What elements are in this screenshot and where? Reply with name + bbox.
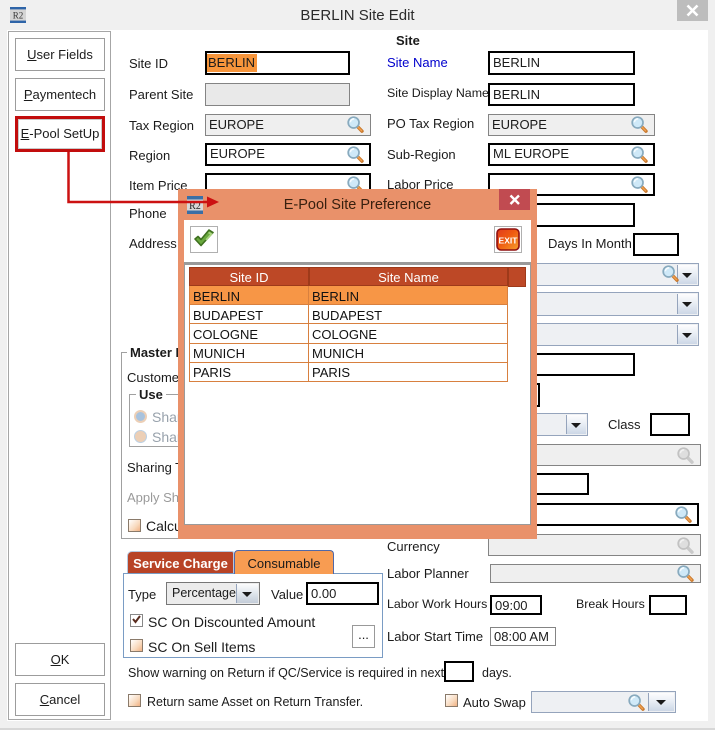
svg-text:EXIT: EXIT: [499, 236, 519, 246]
